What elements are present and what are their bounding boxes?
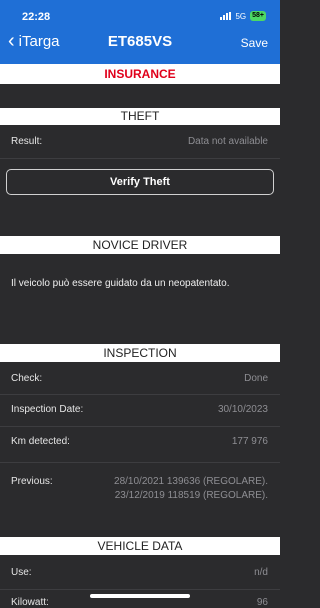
kilowatt-value: 96 bbox=[256, 597, 268, 608]
divider bbox=[0, 589, 280, 590]
divider bbox=[0, 462, 280, 463]
home-indicator[interactable] bbox=[90, 594, 190, 598]
status-indicators: 5G 58+ bbox=[220, 11, 266, 21]
divider bbox=[0, 426, 280, 427]
insurance-label: INSURANCE bbox=[104, 67, 176, 81]
network-label: 5G bbox=[235, 11, 247, 21]
divider bbox=[0, 158, 280, 159]
inspection-date-value: 30/10/2023 bbox=[217, 404, 268, 415]
status-bar: 22:28 5G 58+ bbox=[0, 0, 280, 23]
novice-driver-text: Il veicolo può essere guidato da un neop… bbox=[11, 278, 230, 289]
verify-theft-button[interactable]: Verify Theft bbox=[6, 169, 274, 195]
chevron-left-icon: ‹ bbox=[8, 30, 15, 52]
previous-inspections-values: 28/10/2021 139636 (REGOLARE). 23/12/2019… bbox=[114, 475, 268, 503]
signal-icon bbox=[220, 12, 232, 20]
inspection-date-label: Inspection Date: bbox=[11, 404, 84, 415]
navigation-bar: ‹ iTarga ET685VS Save bbox=[0, 22, 280, 64]
battery-icon: 58+ bbox=[250, 11, 266, 21]
kilowatt-label: Kilowatt: bbox=[11, 597, 49, 608]
back-label: iTarga bbox=[18, 32, 60, 50]
previous-inspection-entry: 28/10/2021 139636 (REGOLARE). bbox=[114, 476, 268, 487]
previous-inspection-entry: 23/12/2019 118519 (REGOLARE). bbox=[114, 490, 268, 501]
previous-inspections-label: Previous: bbox=[11, 476, 53, 487]
vehicle-data-section-header: VEHICLE DATA bbox=[0, 537, 280, 555]
theft-result-value: Data not available bbox=[187, 136, 268, 147]
km-detected-label: Km detected: bbox=[11, 436, 70, 447]
inspection-check-value: Done bbox=[244, 373, 268, 384]
insurance-banner[interactable]: INSURANCE bbox=[0, 64, 280, 84]
km-detected-value: 177 976 bbox=[231, 436, 268, 447]
use-label: Use: bbox=[11, 567, 32, 578]
divider bbox=[0, 394, 280, 395]
theft-section-header: THEFT bbox=[0, 108, 280, 125]
inspection-section-header: INSPECTION bbox=[0, 344, 280, 362]
use-value: n/d bbox=[254, 567, 268, 578]
back-button[interactable]: ‹ iTarga bbox=[8, 31, 60, 51]
theft-result-label: Result: bbox=[11, 136, 43, 147]
inspection-check-label: Check: bbox=[11, 373, 43, 384]
save-button[interactable]: Save bbox=[241, 36, 268, 50]
novice-driver-section-header: NOVICE DRIVER bbox=[0, 236, 280, 254]
